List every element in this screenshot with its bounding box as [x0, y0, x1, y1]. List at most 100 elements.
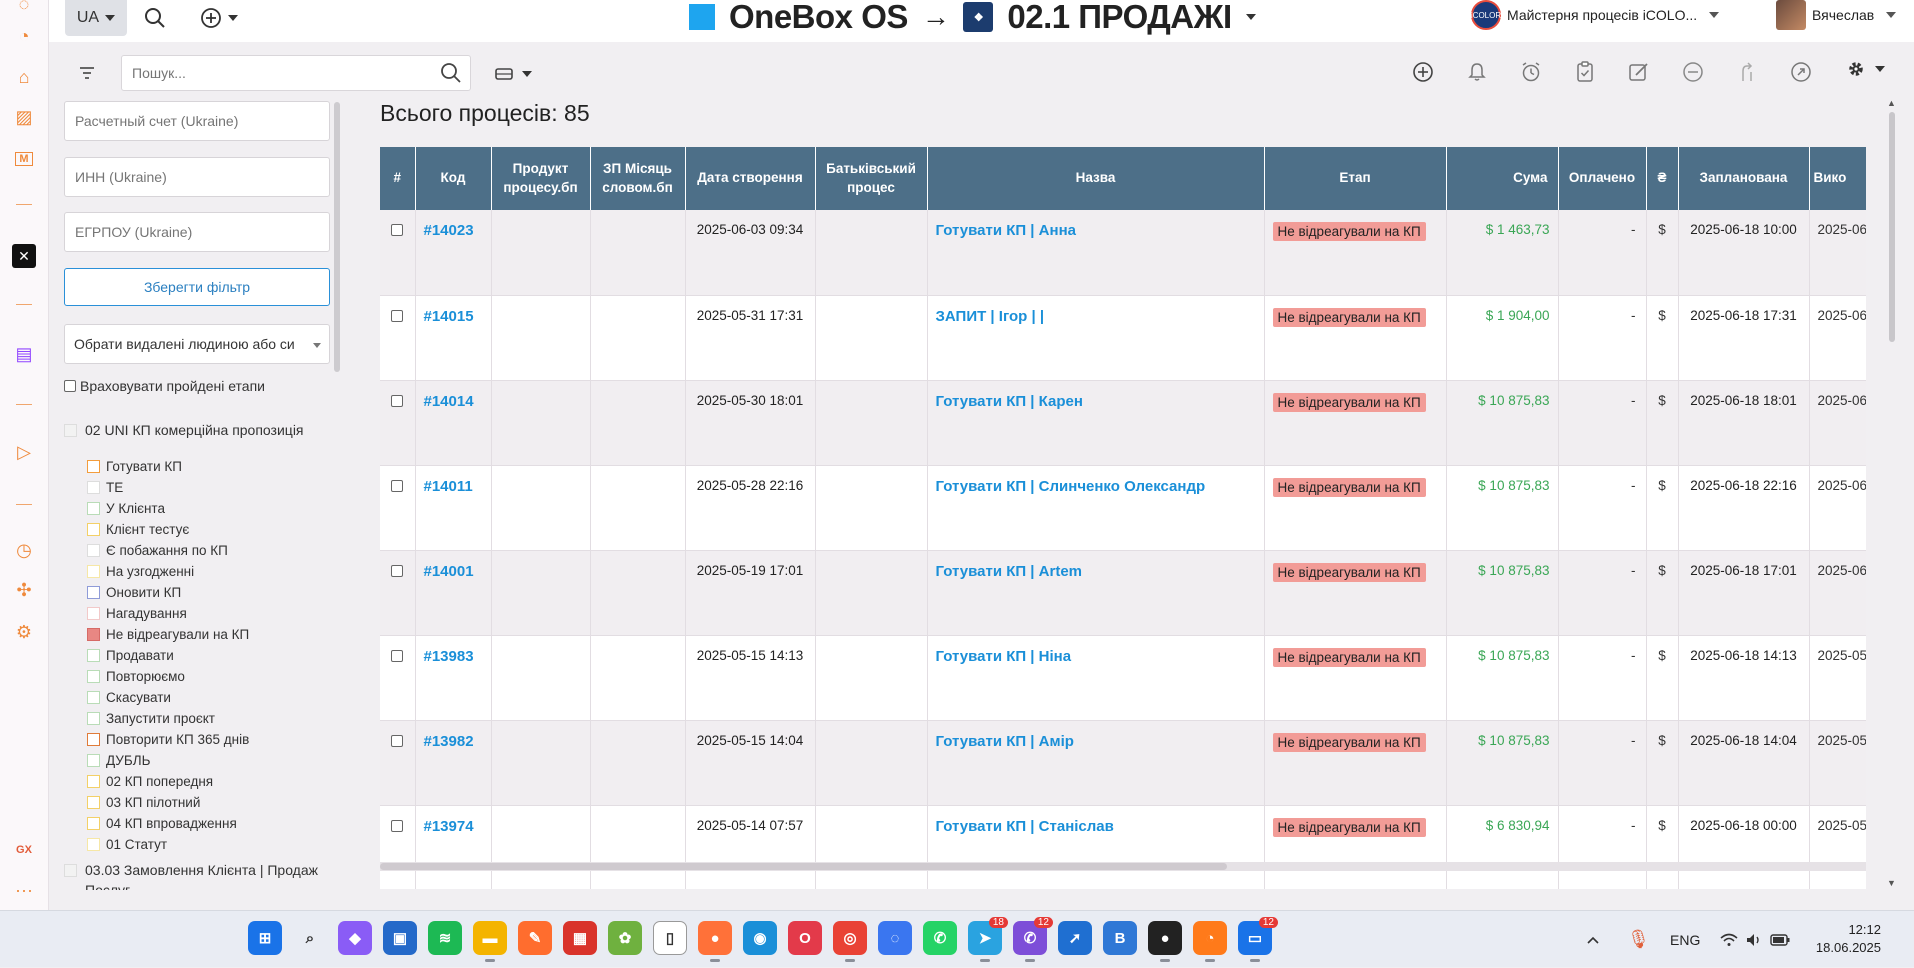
stage-checkbox-icon[interactable] — [87, 733, 100, 746]
table-row[interactable]: #13974 2025-05-14 07:57 Готувати КП | Стан… — [380, 805, 1866, 889]
vertical-scrollbar[interactable]: ▲ ▼ — [1886, 98, 1898, 890]
stage-badge[interactable]: Не відреагували на КП — [1272, 562, 1426, 582]
settings-icon[interactable]: ⚙ — [12, 620, 36, 644]
search-app-icon[interactable]: ⌕ — [293, 921, 327, 955]
tasks-icon[interactable]: ▨ — [12, 105, 36, 129]
input-language[interactable]: ENG — [1670, 911, 1700, 968]
filter-panel-scrollbar[interactable] — [334, 102, 340, 372]
settings-menu[interactable] — [1845, 58, 1885, 80]
col-header-planned[interactable]: Запланована — [1678, 147, 1810, 210]
stage-filter-item[interactable]: Оновити КП — [87, 584, 181, 601]
process-code-link[interactable]: #13974 — [424, 818, 474, 835]
stage-checkbox-icon[interactable] — [87, 502, 100, 515]
row-checkbox[interactable] — [391, 309, 404, 322]
monitor-app-icon[interactable]: ▭ 12 — [1238, 917, 1278, 962]
stage-badge[interactable]: Не відреагували на КП — [1272, 477, 1426, 497]
process-name-link[interactable]: Готувати КП | Artem — [936, 563, 1083, 580]
stage-checkbox-icon[interactable] — [87, 838, 100, 851]
stage-checkbox-icon[interactable] — [87, 649, 100, 662]
bell-icon[interactable] — [1463, 58, 1491, 86]
brand-name[interactable]: OneBox OS — [729, 0, 908, 36]
gx-icon[interactable]: GX — [12, 838, 36, 862]
puzzle-icon[interactable]: ✣ — [12, 578, 36, 602]
stage-filter-item[interactable]: Готувати КП — [87, 458, 182, 475]
stage-checkbox-icon[interactable] — [87, 817, 100, 830]
clipboard-check-icon[interactable] — [1571, 58, 1599, 86]
process-code-link[interactable]: #14023 — [424, 222, 474, 239]
process-code-link[interactable]: #14011 — [424, 478, 473, 495]
checkbox-icon[interactable] — [64, 380, 76, 392]
col-header-created[interactable]: Дата створення — [685, 147, 816, 210]
stage-checkbox-icon[interactable] — [87, 544, 100, 557]
group-checkbox-icon[interactable] — [64, 863, 77, 877]
explorer-app-icon[interactable]: ▬ — [473, 921, 507, 962]
merge-icon[interactable] — [1733, 58, 1761, 86]
mail-icon[interactable]: M — [12, 147, 36, 171]
table-row[interactable]: #14001 2025-05-19 17:01 Готувати КП | Arte… — [380, 550, 1866, 636]
stage-checkbox-icon[interactable] — [87, 754, 100, 767]
stage-checkbox-icon[interactable] — [87, 586, 100, 599]
open-external-icon[interactable] — [1787, 58, 1815, 86]
inn-input[interactable] — [65, 158, 329, 196]
col-header-num[interactable]: # — [380, 147, 416, 210]
clock-icon[interactable]: ◷ — [12, 538, 36, 562]
col-header-paid[interactable]: Оплачено — [1558, 147, 1647, 210]
alarm-clock-icon[interactable] — [1517, 58, 1545, 86]
account-input[interactable] — [65, 102, 329, 140]
stage-filter-item[interactable]: Повторити КП 365 днів — [87, 731, 249, 748]
firefox-app-icon[interactable]: ● — [698, 921, 732, 962]
save-filter-button[interactable]: Зберегти фільтр — [64, 268, 330, 306]
recorder-app-icon[interactable]: ● — [1148, 921, 1182, 962]
stage-filter-item[interactable]: 01 Статут — [87, 836, 167, 853]
stage-checkbox-icon[interactable] — [87, 565, 100, 578]
row-checkbox[interactable] — [391, 394, 404, 407]
stage-checkbox-icon[interactable] — [87, 460, 100, 473]
red-app-icon[interactable]: ▦ — [563, 921, 597, 955]
processes-icon[interactable]: ⌂ — [12, 65, 36, 89]
store-app-icon[interactable]: ▣ — [383, 921, 417, 955]
stage-checkbox-icon[interactable] — [87, 523, 100, 536]
table-row[interactable]: #14015 2025-05-31 17:31 ЗАПИТ | Ігор | | Не… — [380, 295, 1866, 381]
process-name-link[interactable]: Готувати КП | Анна — [936, 222, 1076, 239]
signal-app-icon[interactable]: ◌ — [878, 921, 912, 955]
col-header-currency[interactable]: ₴ — [1646, 147, 1679, 210]
stage-filter-item[interactable]: Клієнт тестує — [87, 521, 189, 538]
stage-checkbox-icon[interactable] — [87, 481, 100, 494]
stage-filter-item[interactable]: ДУБЛЬ — [87, 752, 150, 769]
vertical-scrollbar-thumb[interactable] — [1889, 112, 1895, 342]
col-header-salary[interactable]: ЗП Місяць словом.бп — [590, 147, 686, 210]
stage-checkbox-icon[interactable] — [87, 670, 100, 683]
bitwarden-app-icon[interactable]: B — [1103, 921, 1137, 955]
microphone-icon[interactable]: 🎙︎ — [1627, 911, 1650, 968]
col-header-name[interactable]: Назва — [927, 147, 1265, 210]
stage-filter-item[interactable]: Є побажання по КП — [87, 542, 228, 559]
stage-filter-item[interactable]: Повторюємо — [87, 668, 185, 685]
stage-badge[interactable]: Не відреагували на КП — [1272, 222, 1426, 241]
row-checkbox[interactable] — [391, 649, 404, 662]
system-clock[interactable]: 12:12 18.06.2025 — [1806, 921, 1881, 957]
stage-badge[interactable]: Не відреагували на КП — [1272, 732, 1426, 752]
table-row[interactable]: #13983 2025-05-15 14:13 Готувати КП | Ніна… — [380, 635, 1866, 721]
minus-circle-icon[interactable] — [1679, 58, 1707, 86]
scroll-down-icon[interactable]: ▼ — [1887, 878, 1896, 888]
col-header-code[interactable]: Код — [415, 147, 492, 210]
spotify-app-icon[interactable]: ≋ — [428, 921, 462, 955]
stage-filter-item[interactable]: ТЕ — [87, 479, 123, 496]
process-name-link[interactable]: ЗАПИТ | Ігор | | — [936, 308, 1045, 325]
process-code-link[interactable]: #13983 — [424, 648, 474, 665]
edit-icon[interactable] — [1625, 58, 1653, 86]
stage-badge[interactable]: Не відреагували на КП — [1272, 307, 1426, 327]
twitch-icon[interactable]: ▤ — [12, 342, 36, 366]
copilot-app-icon[interactable]: ◆ — [338, 921, 372, 955]
telegram-app-icon[interactable]: ➤ 18 — [968, 917, 1008, 962]
table-row[interactable]: #13982 2025-05-15 14:04 Готувати КП | Амір… — [380, 720, 1866, 806]
process-name-link[interactable]: Готувати КП | Станіслав — [936, 818, 1114, 835]
stage-checkbox-icon[interactable] — [87, 607, 100, 620]
stage-checkbox-icon[interactable] — [87, 691, 100, 704]
start-menu-icon[interactable]: ⊞ — [248, 921, 282, 955]
col-header-product[interactable]: Продукт процесу.бп — [491, 147, 591, 210]
group-checkbox-icon[interactable] — [64, 423, 77, 437]
language-select[interactable]: UA — [65, 0, 127, 36]
stage-checkbox-icon[interactable] — [87, 796, 100, 809]
process-code-link[interactable]: #13982 — [424, 733, 474, 750]
